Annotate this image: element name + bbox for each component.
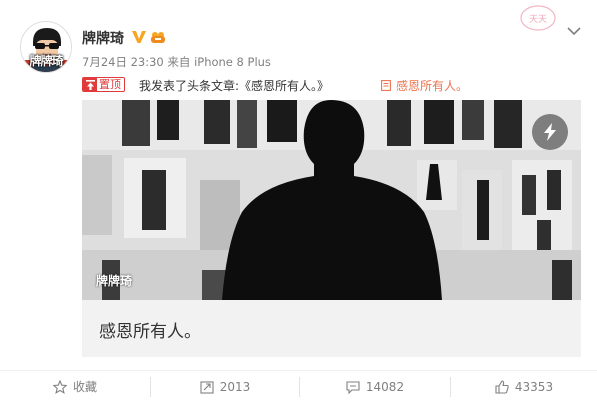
pinned-badge: 置顶: [82, 77, 125, 92]
repost-button[interactable]: 2013: [151, 371, 299, 402]
repost-count: 2013: [219, 379, 251, 394]
verified-icon: [132, 31, 146, 43]
article-icon: [381, 80, 391, 91]
like-count: 43353: [514, 379, 554, 394]
cover-watermark: 牌牌琦: [96, 274, 133, 288]
pinned-label: 置顶: [99, 78, 121, 91]
pin-icon: [83, 78, 97, 91]
post-meta: 7月24日 23:30 来自 iPhone 8 Plus: [82, 54, 271, 70]
chevron-down-icon[interactable]: [567, 26, 581, 36]
weibo-post-card: 牌牌琦 牌牌琦 7月24日 23:30 来自 iPhone 8 Plus 天天: [0, 0, 597, 402]
thumbs-up-icon: [495, 379, 509, 394]
article-title[interactable]: 感恩所有人。: [99, 317, 201, 342]
stamp-text: 天天: [529, 15, 547, 25]
flash-button[interactable]: [532, 114, 568, 150]
cover-photo: [82, 100, 581, 300]
username[interactable]: 牌牌琦: [82, 28, 124, 48]
like-button[interactable]: 43353: [451, 371, 597, 402]
post-timestamp[interactable]: 7月24日 23:30: [82, 55, 164, 69]
comment-icon: [346, 380, 360, 394]
star-icon: [52, 379, 67, 394]
source-device[interactable]: iPhone 8 Plus: [194, 55, 271, 69]
article-card[interactable]: 牌牌琦 感恩所有人。: [82, 100, 581, 357]
comment-button[interactable]: 14082: [300, 371, 450, 402]
article-cover-image[interactable]: 牌牌琦: [82, 100, 581, 300]
post-text: 我发表了头条文章:《感恩所有人。》: [139, 79, 330, 93]
favorite-label: 收藏: [72, 380, 97, 394]
repost-icon: [200, 380, 214, 394]
source-prefix: 来自: [167, 55, 191, 69]
vip-level-icon[interactable]: [150, 31, 166, 44]
stamp-icon: 天天: [520, 5, 556, 31]
lightning-icon: [544, 123, 556, 141]
article-link-text: 感恩所有人。: [396, 79, 469, 93]
article-link[interactable]: 感恩所有人。: [381, 77, 468, 94]
comment-count: 14082: [365, 379, 405, 394]
avatar[interactable]: 牌牌琦: [20, 21, 72, 73]
avatar-label: 牌牌琦: [29, 54, 63, 68]
favorite-button[interactable]: 收藏: [0, 371, 150, 402]
